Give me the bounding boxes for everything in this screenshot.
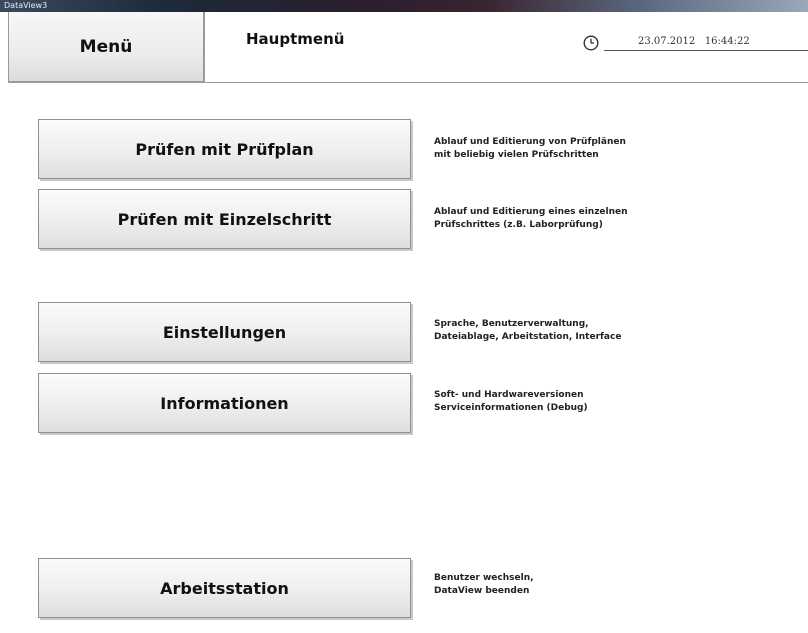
description-line: Dateiablage, Arbeitstation, Interface — [434, 332, 622, 342]
description-line: Prüfschrittes (z.B. Laborprüfung) — [434, 220, 603, 230]
arbeitsstation-description: Benutzer wechseln, DataView beenden — [434, 572, 764, 598]
datetime-underline — [604, 50, 808, 51]
description-line: Ablauf und Editierung von Prüfplänen — [434, 137, 626, 147]
window-title: DataView3 — [4, 1, 48, 10]
einstellungen-button[interactable]: Einstellungen — [38, 302, 411, 362]
informationen-description: Soft- und Hardwareversionen Serviceinfor… — [434, 389, 764, 415]
menu-button[interactable]: Menü — [8, 12, 204, 82]
description-line: Soft- und Hardwareversionen — [434, 390, 584, 400]
einstellungen-description: Sprache, Benutzerverwaltung, Dateiablage… — [434, 318, 764, 344]
datetime: 23.07.2012 16:44:22 — [638, 36, 750, 47]
header: Menü Hauptmenü 23.07.2012 16:44:22 — [8, 12, 808, 83]
pruefen-mit-pruefplan-button[interactable]: Prüfen mit Prüfplan — [38, 119, 411, 179]
arbeitsstation-button[interactable]: Arbeitsstation — [38, 558, 411, 618]
description-line: mit beliebig vielen Prüfschritten — [434, 150, 599, 160]
description-line: Ablauf und Editierung eines einzelnen — [434, 207, 628, 217]
description-line: Serviceinformationen (Debug) — [434, 403, 588, 413]
date: 23.07.2012 — [638, 36, 696, 47]
header-divider — [204, 12, 205, 82]
pruefen-mit-einzelschritt-button[interactable]: Prüfen mit Einzelschritt — [38, 189, 411, 249]
description-line: Benutzer wechseln, — [434, 573, 534, 583]
informationen-button[interactable]: Informationen — [38, 373, 411, 433]
clock-icon — [583, 35, 599, 51]
description-line: DataView beenden — [434, 586, 530, 596]
page-title: Hauptmenü — [246, 30, 345, 48]
title-bar: DataView3 — [0, 0, 808, 12]
pruefen-mit-einzelschritt-description: Ablauf und Editierung eines einzelnen Pr… — [434, 206, 764, 232]
time: 16:44:22 — [704, 36, 750, 47]
pruefen-mit-pruefplan-description: Ablauf und Editierung von Prüfplänen mit… — [434, 136, 764, 162]
description-line: Sprache, Benutzerverwaltung, — [434, 319, 589, 329]
